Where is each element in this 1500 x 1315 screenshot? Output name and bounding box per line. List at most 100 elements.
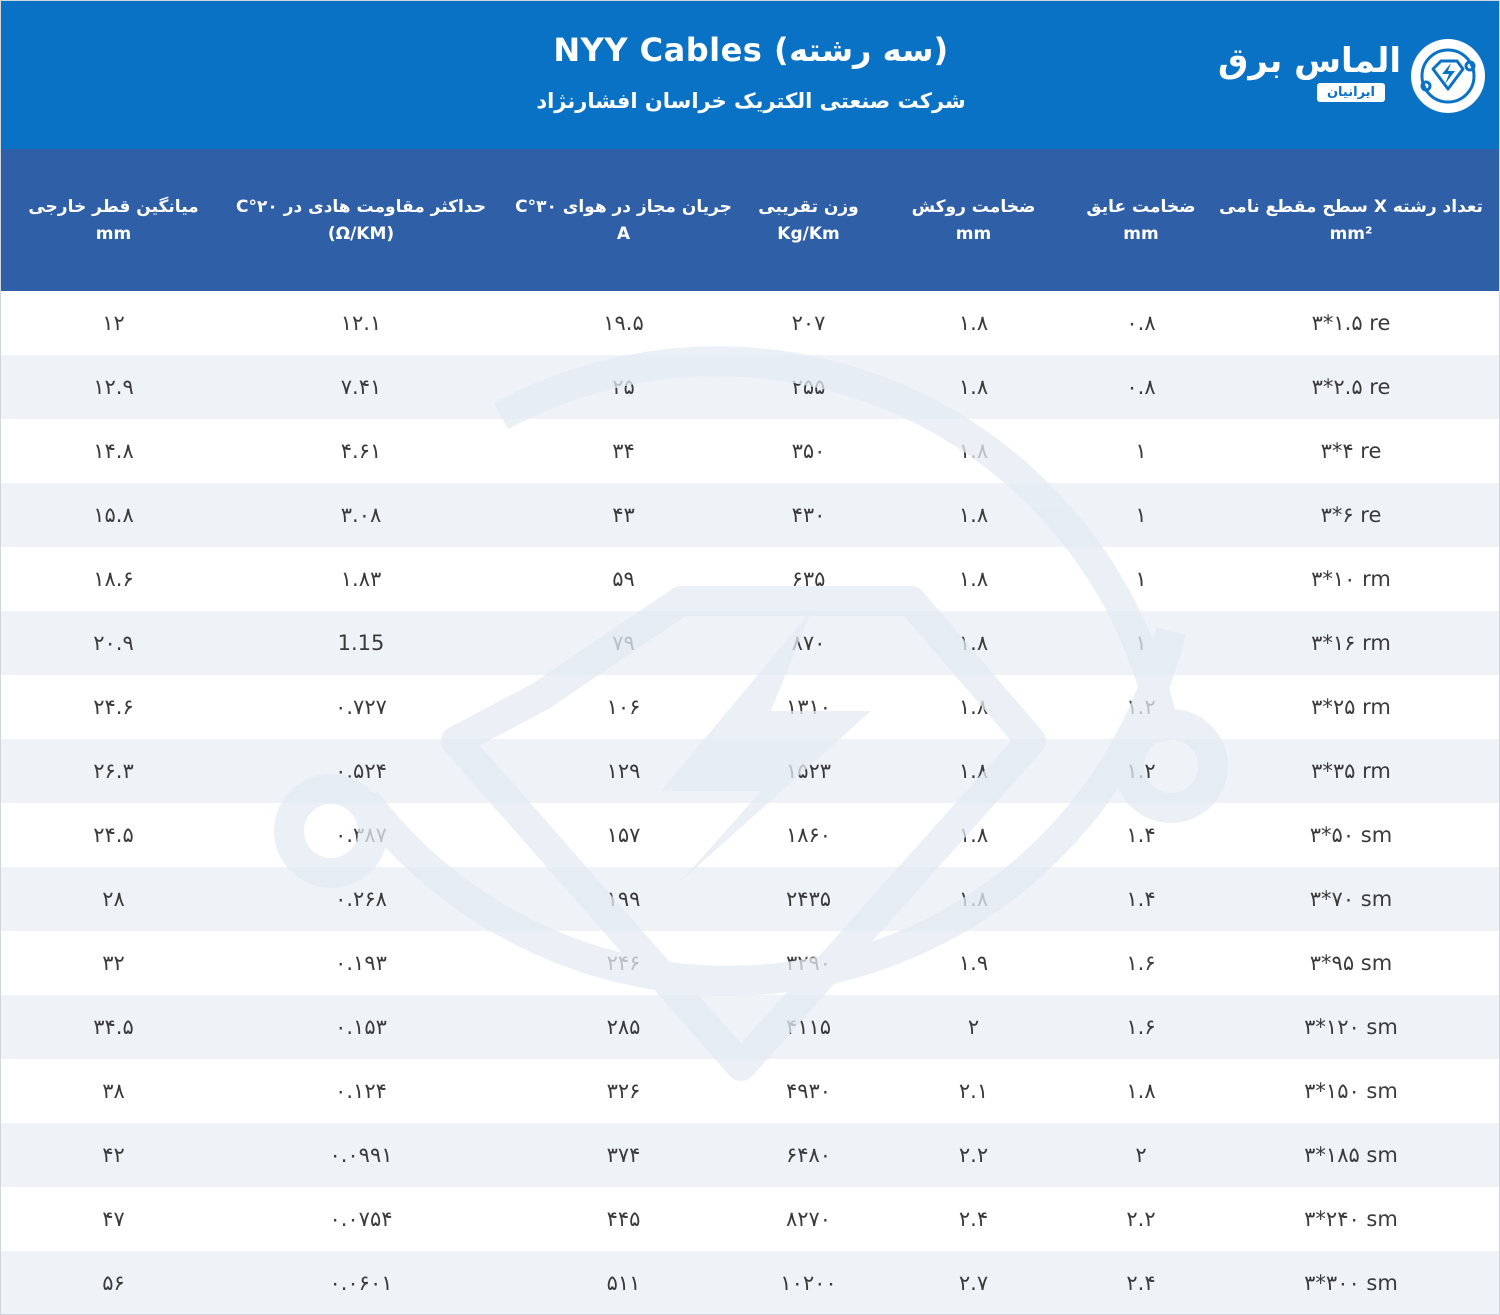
table-row: ۳*۱۰ rm ۱ ۱.۸ ۶۳۵ ۵۹ ۱.۸۳ ۱۸.۶ — [1, 547, 1499, 611]
column-header-label: جریان مجاز در هوای ۳۰°C — [515, 197, 732, 217]
cell-insulation: ۱.۶ — [1126, 1015, 1156, 1039]
cell-sheath: ۱.۸ — [958, 439, 989, 463]
column-header-unit: mm² — [1329, 224, 1373, 244]
cell-resistance: ۰.۲۶۸ — [335, 887, 387, 911]
diamond-logo-icon — [1411, 39, 1485, 113]
cell-size: ۳*۱۲۰ sm — [1304, 1015, 1398, 1039]
cell-sheath: ۲.۷ — [958, 1271, 989, 1295]
cell-current: ۷۹ — [612, 631, 635, 655]
cell-sheath: ۱.۸ — [958, 887, 989, 911]
column-header-unit: mm — [955, 224, 992, 244]
cell-current: ۳۷۴ — [606, 1143, 641, 1167]
cell-size: ۳*۱۸۵ sm — [1304, 1143, 1398, 1167]
cell-resistance: ۰.۰۶۰۱ — [329, 1271, 393, 1295]
cell-diameter: ۲۴.۵ — [93, 823, 134, 847]
cell-sheath: ۱.۸ — [958, 503, 989, 527]
cell-sheath: ۲.۱ — [958, 1079, 989, 1103]
cell-resistance: ۰.۱۲۴ — [335, 1079, 387, 1103]
brand-name: الماس برق — [1217, 41, 1401, 81]
cell-insulation: ۱ — [1135, 631, 1147, 655]
table-body: ۳*۱.۵ re ۰.۸ ۱.۸ ۲۰۷ ۱۹.۵ ۱۲.۱ ۱۲ ۳*۲.۵ re ۰.۸ ۱.… — [1, 291, 1499, 1314]
cell-current: ۲۴۶ — [606, 951, 641, 975]
column-header-label: میانگین قطر خارجی — [28, 197, 199, 217]
cell-diameter: ۲۸ — [102, 887, 125, 911]
table-row: ۳*۲۵ rm ۱.۲ ۱.۸ ۱۳۱۰ ۱۰۶ ۰.۷۲۷ ۲۴.۶ — [1, 675, 1499, 739]
cell-resistance: ۰.۷۲۷ — [335, 695, 387, 719]
cell-insulation: ۱.۴ — [1126, 823, 1156, 847]
table-row: ۳*۱۲۰ sm ۱.۶ ۲ ۴۱۱۵ ۲۸۵ ۰.۱۵۳ ۳۴.۵ — [1, 995, 1499, 1059]
cell-current: ۱۹۹ — [606, 887, 641, 911]
brand-tagline: ایرانیان — [1316, 83, 1385, 102]
cell-sheath: ۱.۸ — [958, 695, 989, 719]
cell-weight: ۲۰۷ — [791, 311, 826, 335]
table-row: ۳*۱۶ rm ۱ ۱.۸ ۸۷۰ ۷۹ 1.15 ۲۰.۹ — [1, 611, 1499, 675]
cell-diameter: ۳۴.۵ — [93, 1015, 134, 1039]
cell-resistance: ۰.۳۸۷ — [335, 823, 387, 847]
column-header-weight: وزن تقریبی Kg/Km — [726, 149, 891, 291]
cell-weight: ۱۵۲۳ — [785, 759, 832, 783]
cell-size: ۳*۶ re — [1320, 503, 1382, 527]
cell-sheath: ۱.۸ — [958, 759, 989, 783]
cell-current: ۱۰۶ — [606, 695, 641, 719]
cell-insulation: ۱.۲ — [1126, 759, 1156, 783]
cell-sheath: ۱.۸ — [958, 823, 989, 847]
cell-current: ۳۲۶ — [606, 1079, 641, 1103]
page: NYY Cables (سه رشته) شرکت صنعتی الکتریک … — [0, 0, 1500, 1315]
cell-insulation: ۱.۸ — [1126, 1079, 1156, 1103]
column-header-diameter: میانگین قطر خارجی mm — [1, 149, 226, 291]
cell-diameter: ۴۲ — [102, 1143, 125, 1167]
cell-resistance: ۱۲.۱ — [340, 311, 382, 335]
table-row: ۳*۳۵ rm ۱.۲ ۱.۸ ۱۵۲۳ ۱۲۹ ۰.۵۲۴ ۲۶.۳ — [1, 739, 1499, 803]
cell-insulation: ۱.۲ — [1126, 695, 1156, 719]
cell-current: ۱۲۹ — [606, 759, 641, 783]
cell-resistance: ۰.۰۷۵۴ — [329, 1207, 393, 1231]
cell-size: ۳*۷۰ sm — [1309, 887, 1393, 911]
table-row: ۳*۱۵۰ sm ۱.۸ ۲.۱ ۴۹۳۰ ۳۲۶ ۰.۱۲۴ ۳۸ — [1, 1059, 1499, 1123]
column-header-sheath: ضخامت روکش mm — [891, 149, 1056, 291]
cell-current: ۵۱۱ — [606, 1271, 641, 1295]
column-header-unit: mm — [95, 224, 132, 244]
column-header-resistance: حداکثر مقاومت هادی در ۲۰°C (Ω/KM) — [226, 149, 496, 291]
table-row: ۳*۲.۵ re ۰.۸ ۱.۸ ۲۵۵ ۲۵ ۷.۴۱ ۱۲.۹ — [1, 355, 1499, 419]
cell-insulation: ۲.۲ — [1126, 1207, 1156, 1231]
cell-insulation: ۰.۸ — [1126, 311, 1156, 335]
cell-current: ۵۹ — [612, 567, 635, 591]
cell-insulation: ۱ — [1135, 439, 1147, 463]
table-row: ۳*۳۰۰ sm ۲.۴ ۲.۷ ۱۰۲۰۰ ۵۱۱ ۰.۰۶۰۱ ۵۶ — [1, 1251, 1499, 1314]
cell-weight: ۱۰۲۰۰ — [780, 1271, 837, 1295]
cell-weight: ۶۳۵ — [791, 567, 826, 591]
cell-current: ۴۴۵ — [606, 1207, 641, 1231]
cell-diameter: ۵۶ — [102, 1271, 125, 1295]
table-row: ۳*۱۸۵ sm ۲ ۲.۲ ۶۴۸۰ ۳۷۴ ۰.۰۹۹۱ ۴۲ — [1, 1123, 1499, 1187]
cell-weight: ۸۷۰ — [791, 631, 826, 655]
cell-resistance: ۰.۱۹۳ — [335, 951, 387, 975]
cell-sheath: ۱.۸ — [958, 631, 989, 655]
cell-weight: ۲۴۳۵ — [785, 887, 832, 911]
cell-size: ۳*۹۵ sm — [1309, 951, 1393, 975]
cell-current: ۲۸۵ — [606, 1015, 641, 1039]
cell-insulation: ۱.۴ — [1126, 887, 1156, 911]
cell-size: ۳*۲.۵ re — [1311, 375, 1391, 399]
cell-insulation: ۱ — [1135, 503, 1147, 527]
table-row: ۳*۷۰ sm ۱.۴ ۱.۸ ۲۴۳۵ ۱۹۹ ۰.۲۶۸ ۲۸ — [1, 867, 1499, 931]
column-header-label: تعداد رشته X سطح مقطع نامی — [1219, 197, 1483, 217]
table-row: ۳*۴ re ۱ ۱.۸ ۳۵۰ ۳۴ ۴.۶۱ ۱۴.۸ — [1, 419, 1499, 483]
cell-resistance: ۷.۴۱ — [340, 375, 382, 399]
table-row: ۳*۲۴۰ sm ۲.۲ ۲.۴ ۸۲۷۰ ۴۴۵ ۰.۰۷۵۴ ۴۷ — [1, 1187, 1499, 1251]
column-header-label: حداکثر مقاومت هادی در ۲۰°C — [236, 197, 486, 217]
cell-current: ۱۵۷ — [606, 823, 641, 847]
cell-resistance: ۰.۰۹۹۱ — [329, 1143, 393, 1167]
column-header-unit: Kg/Km — [777, 224, 840, 244]
cell-sheath: ۲.۴ — [958, 1207, 989, 1231]
column-header-label: ضخامت روکش — [911, 197, 1036, 217]
cell-insulation: ۱ — [1135, 567, 1147, 591]
cell-size: ۳*۳۵ rm — [1311, 759, 1391, 783]
cell-size: ۳*۱.۵ re — [1311, 311, 1391, 335]
cell-weight: ۳۲۹۰ — [785, 951, 832, 975]
column-header-label: وزن تقریبی — [758, 197, 859, 217]
cell-sheath: ۱.۸ — [958, 375, 989, 399]
cell-diameter: ۱۵.۸ — [93, 503, 134, 527]
column-header-unit: mm — [1123, 224, 1159, 244]
cell-current: ۲۵ — [612, 375, 635, 399]
cell-diameter: ۳۸ — [102, 1079, 125, 1103]
